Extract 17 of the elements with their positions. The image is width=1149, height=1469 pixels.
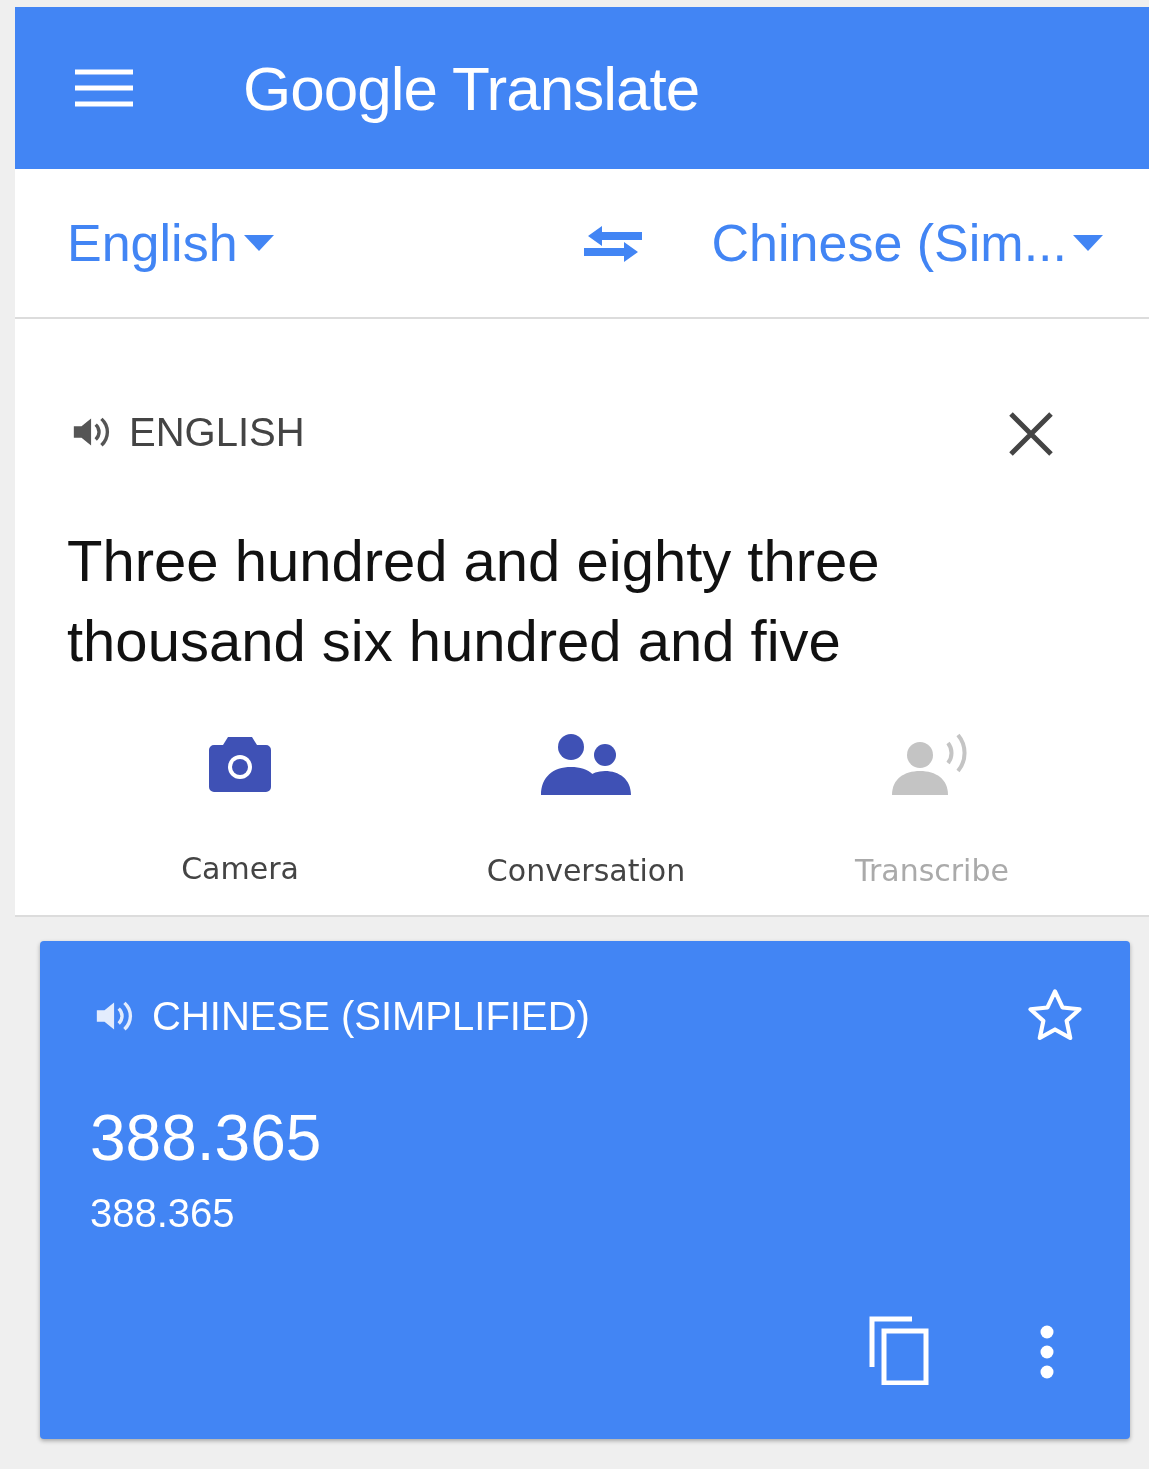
source-language-label: ENGLISH bbox=[129, 409, 305, 455]
conversation-button[interactable]: Conversation bbox=[413, 733, 759, 888]
source-language-dropdown[interactable]: English bbox=[67, 213, 274, 273]
camera-button[interactable]: Camera bbox=[67, 733, 413, 888]
more-icon[interactable] bbox=[1040, 1325, 1054, 1379]
close-icon[interactable] bbox=[1008, 411, 1054, 457]
copy-icon[interactable] bbox=[868, 1315, 930, 1385]
target-language-dropdown[interactable]: Chinese (Sim... bbox=[711, 213, 1103, 273]
app-title: Google Translate bbox=[243, 52, 700, 124]
translation-text: 388.365 bbox=[90, 1101, 323, 1175]
people-icon bbox=[541, 733, 631, 795]
caret-icon bbox=[1073, 235, 1103, 251]
transliteration-text: 388.365 bbox=[90, 1191, 236, 1236]
target-language-label: CHINESE (SIMPLIFIED) bbox=[152, 993, 590, 1039]
menu-icon[interactable] bbox=[75, 68, 133, 108]
caret-icon bbox=[243, 235, 274, 251]
source-text[interactable]: Three hundred and eighty three thousand six hundred and five bbox=[67, 521, 1049, 681]
